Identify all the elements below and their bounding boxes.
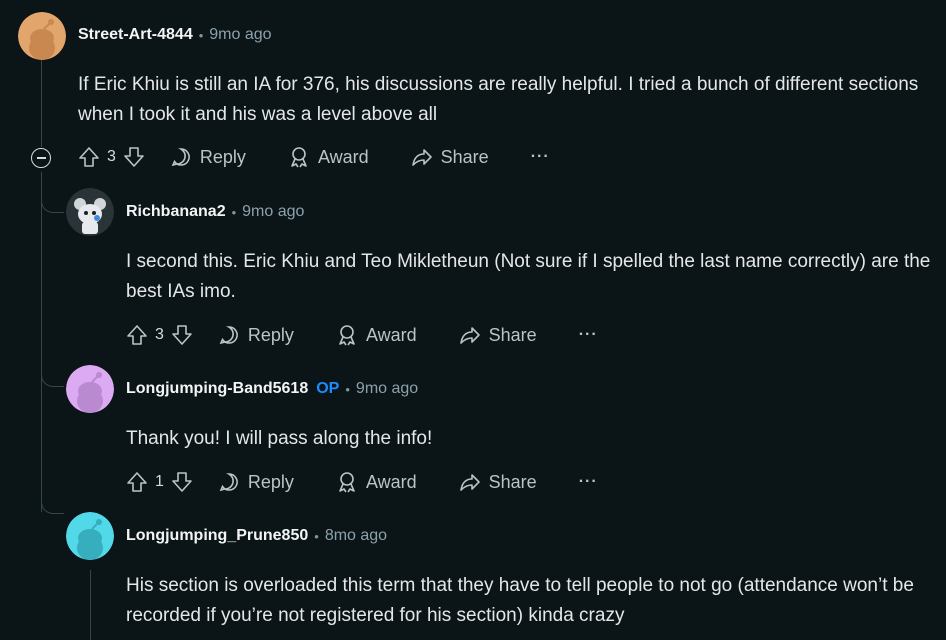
- reply-button[interactable]: Reply: [218, 324, 294, 346]
- award-button[interactable]: Award: [336, 324, 417, 346]
- award-label: Award: [317, 146, 369, 167]
- thread-branch: [41, 192, 64, 213]
- award-button[interactable]: Award: [288, 146, 369, 168]
- timestamp[interactable]: 8mo ago: [325, 527, 387, 545]
- reply-icon: [171, 148, 190, 167]
- comment-meta: Richbanana2 • 9mo ago: [126, 203, 304, 221]
- comment-meta: Longjumping_Prune850 • 8mo ago: [126, 527, 387, 545]
- downvote-icon[interactable]: [123, 146, 145, 168]
- thread-branch: [41, 366, 64, 387]
- reply-label: Reply: [247, 471, 294, 492]
- reply-icon: [219, 473, 238, 492]
- comment-body: Thank you! I will pass along the info!: [126, 428, 433, 449]
- share-icon: [459, 474, 480, 491]
- award-label: Award: [365, 471, 417, 492]
- more-options-button[interactable]: ···: [579, 326, 598, 344]
- share-button[interactable]: Share: [459, 471, 537, 493]
- comment-body: I second this. Eric Khiu and Teo Mikleth…: [126, 251, 931, 302]
- timestamp[interactable]: 9mo ago: [242, 203, 304, 221]
- comment-body: His section is overloaded this term that…: [126, 575, 914, 626]
- downvote-icon[interactable]: [171, 471, 193, 493]
- timestamp[interactable]: 9mo ago: [356, 380, 418, 398]
- op-badge: OP: [316, 380, 340, 397]
- award-label: Award: [365, 324, 417, 345]
- vote-group: 1: [126, 471, 193, 493]
- thread-line: [41, 172, 42, 512]
- thread-line: [90, 570, 91, 640]
- share-label: Share: [488, 471, 537, 492]
- comment-meta: Longjumping-Band5618 OP • 9mo ago: [126, 380, 418, 398]
- vote-group: 3: [78, 146, 145, 168]
- avatar[interactable]: [18, 12, 66, 60]
- vote-count: 3: [155, 326, 164, 343]
- share-label: Share: [440, 146, 489, 167]
- upvote-icon[interactable]: [126, 324, 148, 346]
- share-icon: [459, 327, 480, 344]
- upvote-icon[interactable]: [126, 471, 148, 493]
- comment-body: If Eric Khiu is still an IA for 376, his…: [78, 74, 919, 125]
- thread-branch: [41, 493, 64, 514]
- upvote-icon[interactable]: [78, 146, 100, 168]
- comment-meta: Street-Art-4844 • 9mo ago: [78, 26, 272, 44]
- separator: •: [314, 528, 319, 544]
- separator: •: [198, 27, 204, 43]
- avatar[interactable]: [66, 188, 114, 236]
- award-icon: [291, 147, 307, 168]
- reply-label: Reply: [247, 324, 294, 345]
- more-options-button[interactable]: ···: [531, 148, 550, 166]
- award-icon: [339, 472, 355, 493]
- comment-actions: 1 Reply Award Share ···: [126, 471, 598, 493]
- reply-button[interactable]: Reply: [170, 146, 246, 168]
- comment-actions: 3 Reply Award Share ···: [126, 324, 598, 346]
- more-options-button[interactable]: ···: [579, 473, 598, 491]
- thread-line: [41, 60, 42, 147]
- vote-count: 1: [155, 473, 164, 490]
- reply-icon: [219, 326, 238, 345]
- username[interactable]: Longjumping-Band5618: [126, 380, 308, 398]
- award-button[interactable]: Award: [336, 471, 417, 493]
- avatar[interactable]: [66, 365, 114, 413]
- username[interactable]: Richbanana2: [126, 203, 226, 221]
- separator: •: [231, 204, 237, 220]
- comment-actions: 3 Reply Award Share ···: [78, 146, 550, 168]
- reply-label: Reply: [199, 146, 246, 167]
- share-button[interactable]: Share: [411, 146, 489, 168]
- share-button[interactable]: Share: [459, 324, 537, 346]
- collapse-thread-button[interactable]: [31, 148, 51, 168]
- username[interactable]: Longjumping_Prune850: [126, 527, 308, 545]
- username[interactable]: Street-Art-4844: [78, 26, 193, 44]
- avatar[interactable]: [66, 512, 114, 560]
- vote-count: 3: [107, 148, 116, 165]
- downvote-icon[interactable]: [171, 324, 193, 346]
- share-icon: [411, 149, 432, 166]
- reply-button[interactable]: Reply: [218, 471, 294, 493]
- timestamp[interactable]: 9mo ago: [209, 26, 271, 44]
- vote-group: 3: [126, 324, 193, 346]
- award-icon: [339, 325, 355, 346]
- share-label: Share: [488, 324, 537, 345]
- comment-thread: Street-Art-4844 • 9mo ago If Eric Khiu i…: [0, 0, 946, 640]
- separator: •: [345, 381, 350, 397]
